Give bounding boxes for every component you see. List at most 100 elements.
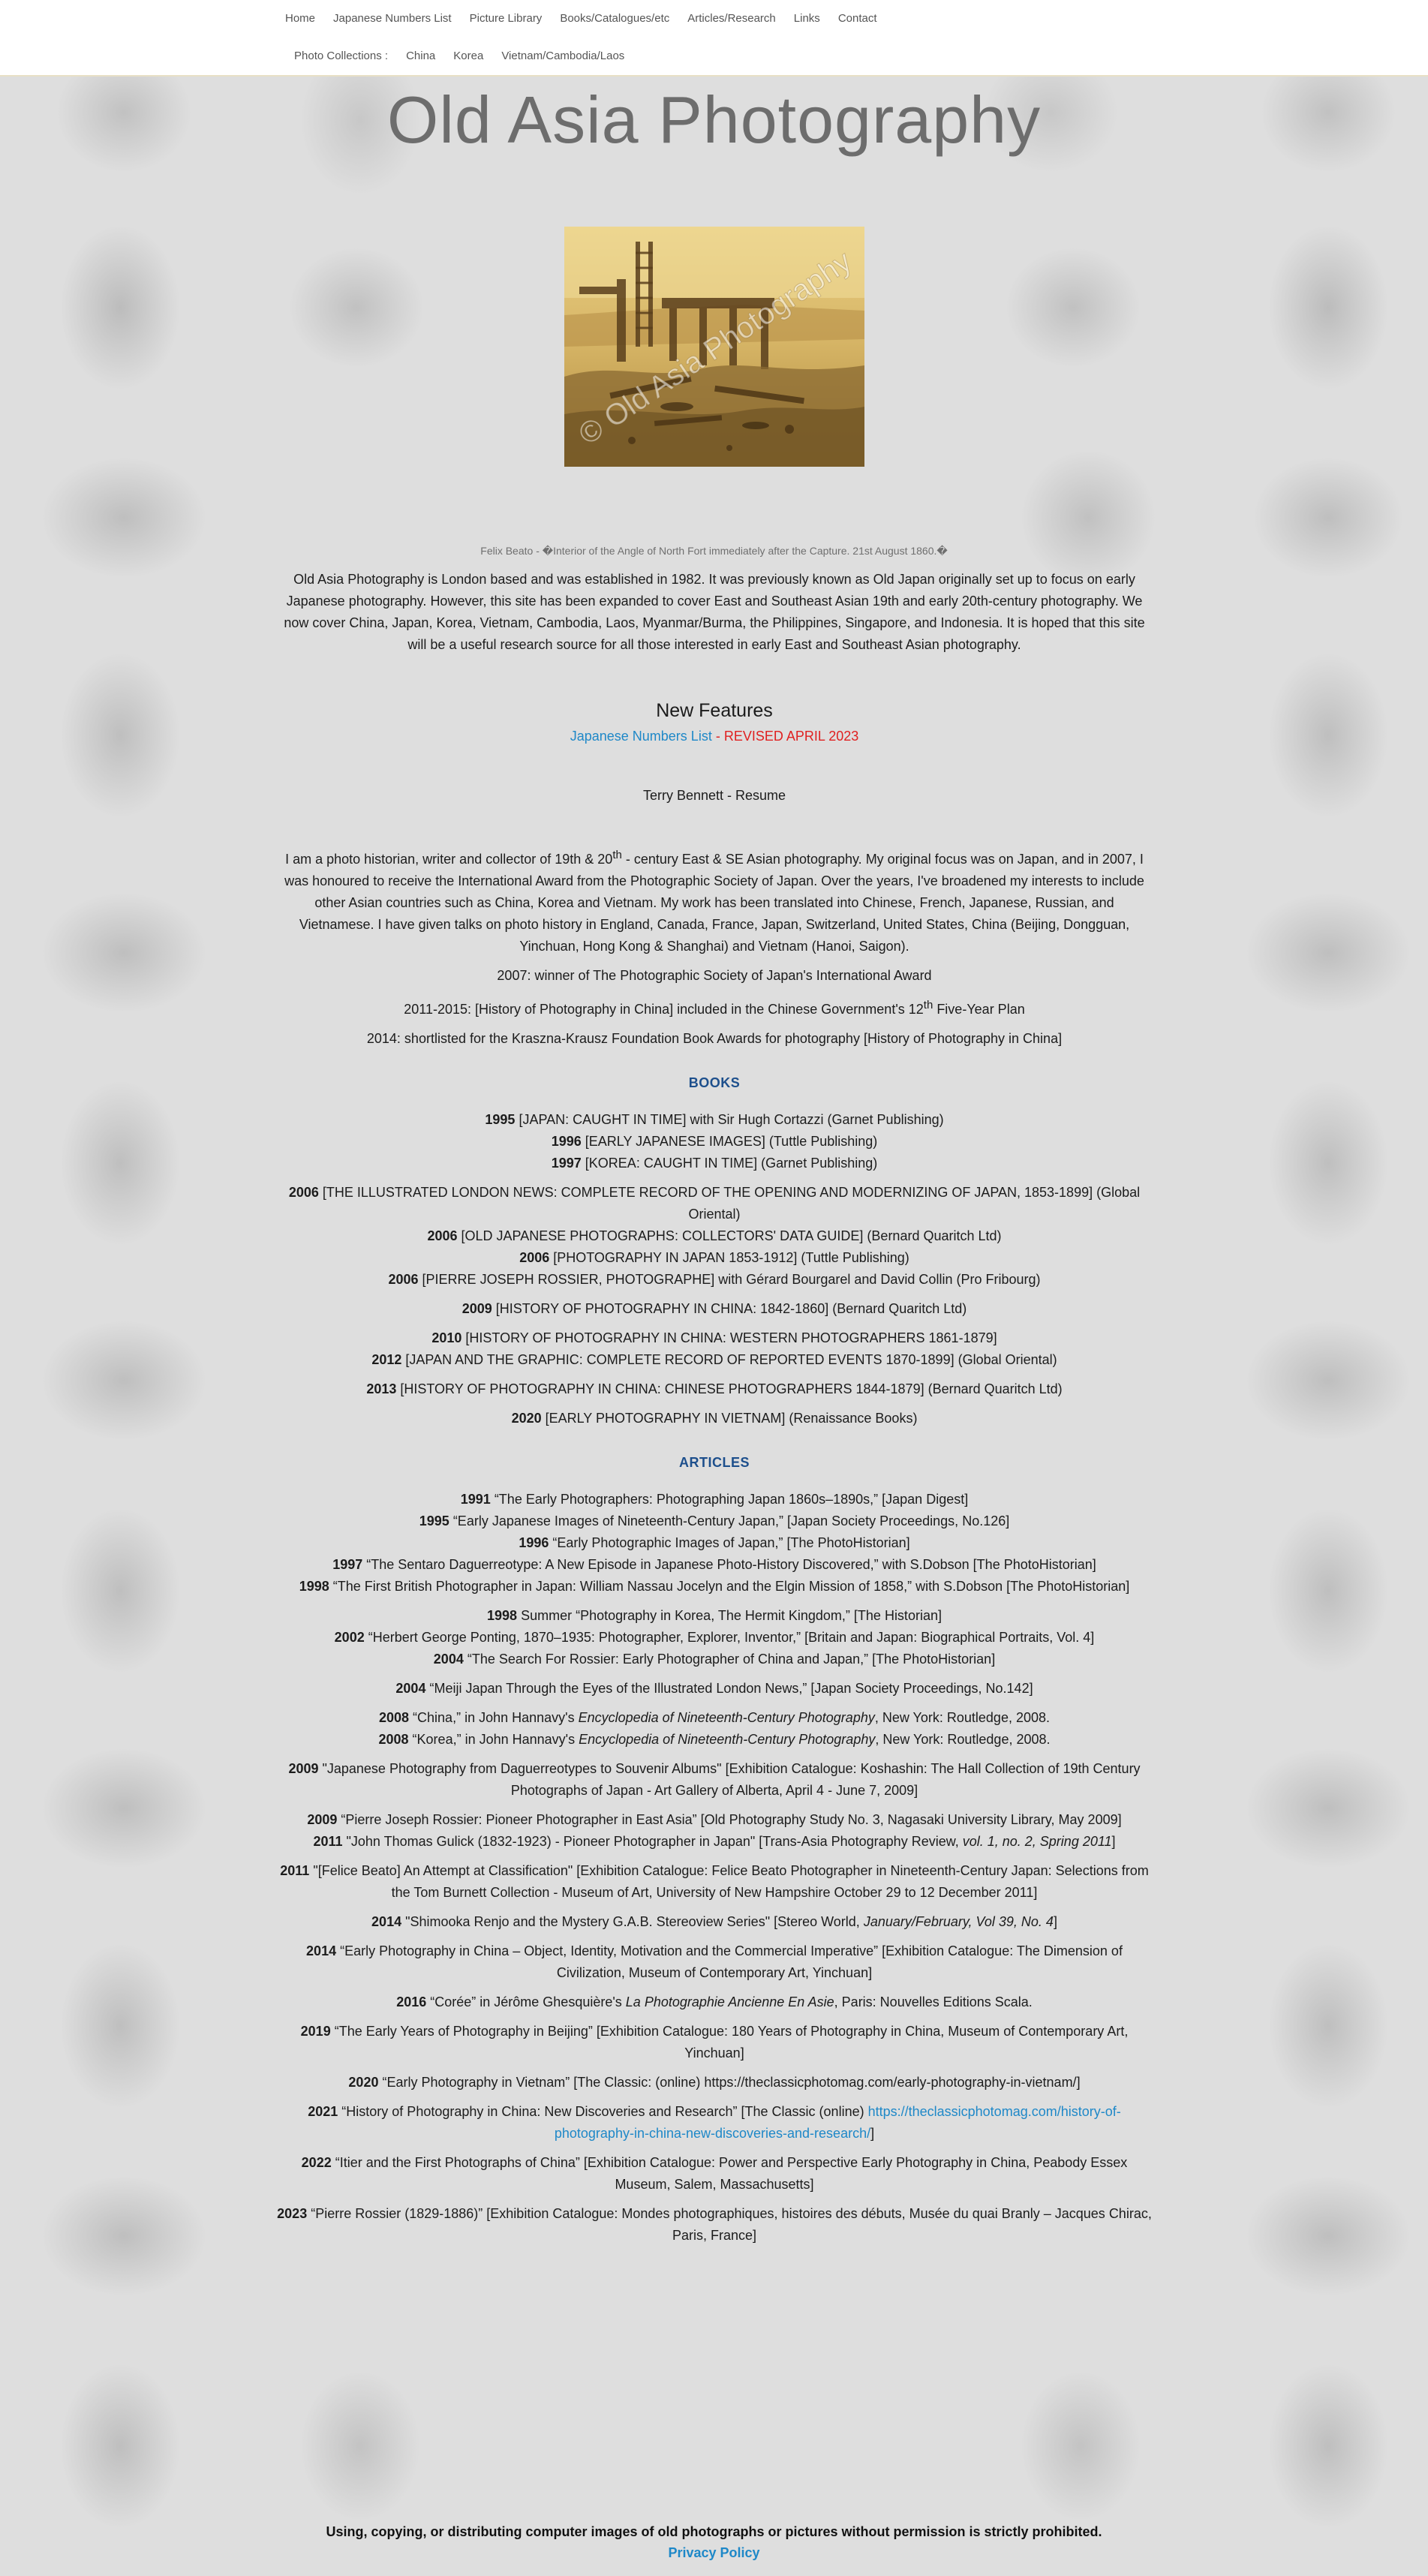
article-year: 2008 xyxy=(379,1710,410,1725)
article-year: 2009 xyxy=(307,1812,338,1827)
article-year: 1998 xyxy=(299,1579,329,1594)
hero-photo: © Old Asia Photography xyxy=(564,227,864,467)
nav-home[interactable]: Home xyxy=(276,10,324,28)
new-features-heading: New Features xyxy=(656,700,773,721)
book-text: [JAPAN AND THE GRAPHIC: COMPLETE RECORD … xyxy=(401,1352,1057,1367)
article-italic: Encyclopedia of Nineteenth-Century Photo… xyxy=(578,1710,875,1725)
book-text: [JAPAN: CAUGHT IN TIME] with Sir Hugh Co… xyxy=(515,1112,944,1127)
article-text: “Pierre Joseph Rossier: Pioneer Photogra… xyxy=(337,1812,1122,1827)
nav-articles-research[interactable]: Articles/Research xyxy=(678,10,785,28)
article-year: 2004 xyxy=(433,1652,464,1667)
article-year: 2011 xyxy=(280,1863,310,1878)
article-year: 2011 xyxy=(313,1834,343,1849)
hero-caption: Felix Beato - �Interior of the Angle of … xyxy=(480,545,948,557)
nav-photo-collections[interactable]: Photo Collections : xyxy=(285,47,397,65)
nav-links[interactable]: Links xyxy=(785,10,829,28)
resume-heading: Terry Bennett - Resume xyxy=(642,788,786,803)
article-text: ] xyxy=(1053,1914,1057,1929)
article-text: , New York: Routledge, 2008. xyxy=(874,1710,1050,1725)
japanese-numbers-list-link[interactable]: Japanese Numbers List xyxy=(570,729,712,744)
article-text: Summer “Photography in Korea, The Hermit… xyxy=(517,1608,942,1623)
article-italic: vol. 1, no. 2, Spring 2011 xyxy=(962,1834,1112,1849)
book-entry: 2013 [HISTORY OF PHOTOGRAPHY IN CHINA: C… xyxy=(276,1378,1153,1400)
main-content: Old Asia Photography is London based and… xyxy=(276,569,1153,2247)
article-text: “The Sentaro Daguerreotype: A New Episod… xyxy=(362,1557,1096,1572)
article-entry: 1991 “The Early Photographers: Photograp… xyxy=(276,1489,1153,1510)
nav-vietnam-cambodia-laos[interactable]: Vietnam/Cambodia/Laos xyxy=(492,47,633,65)
book-year: 2006 xyxy=(427,1228,458,1243)
article-year: 1998 xyxy=(487,1608,518,1623)
bio-text-b: - century East & SE Asian photography. M… xyxy=(284,852,1144,954)
book-year: 2006 xyxy=(388,1272,419,1287)
article-entry: 2022 “Itier and the First Photographs of… xyxy=(276,2152,1153,2196)
article-text: “History of Photography in China: New Di… xyxy=(338,2104,868,2119)
book-text: [EARLY PHOTOGRAPHY IN VIETNAM] (Renaissa… xyxy=(541,1411,918,1426)
nav-picture-library[interactable]: Picture Library xyxy=(461,10,552,28)
book-entry: 2006 [PHOTOGRAPHY IN JAPAN 1853-1912] (T… xyxy=(276,1247,1153,1269)
book-year: 2012 xyxy=(371,1352,402,1367)
articles-heading: ARTICLES xyxy=(679,1455,750,1470)
article-text: “China,” in John Hannavy's xyxy=(409,1710,579,1725)
article-entry: 2020 “Early Photography in Vietnam” [The… xyxy=(276,2072,1153,2094)
article-entry: 2004 “The Search For Rossier: Early Phot… xyxy=(276,1649,1153,1670)
article-text: "Japanese Photography from Daguerreotype… xyxy=(318,1761,1141,1798)
article-year: 2023 xyxy=(277,2206,308,2221)
bio-paragraph: I am a photo historian, writer and colle… xyxy=(276,844,1153,957)
bio-text-a: I am a photo historian, writer and colle… xyxy=(285,852,613,867)
article-text: “Early Japanese Images of Nineteenth-Cen… xyxy=(449,1513,1010,1528)
nav-books-catalogues[interactable]: Books/Catalogues/etc xyxy=(551,10,678,28)
article-entry: 2008 “China,” in John Hannavy's Encyclop… xyxy=(276,1707,1153,1729)
award-text: Five-Year Plan xyxy=(933,1002,1025,1017)
revised-note: REVISED APRIL 2023 xyxy=(723,729,859,744)
award-line: 2011-2015: [History of Photography in Ch… xyxy=(276,994,1153,1020)
article-entry: 2019 “The Early Years of Photography in … xyxy=(276,2021,1153,2064)
article-text: “Herbert George Ponting, 1870–1935: Phot… xyxy=(364,1630,1095,1645)
nav-contact[interactable]: Contact xyxy=(829,10,886,28)
books-heading: BOOKS xyxy=(688,1075,741,1090)
articles-list: 1991 “The Early Photographers: Photograp… xyxy=(276,1489,1153,2247)
book-year: 1995 xyxy=(485,1112,516,1127)
book-text: [HISTORY OF PHOTOGRAPHY IN CHINA: WESTER… xyxy=(461,1330,997,1345)
books-list: 1995 [JAPAN: CAUGHT IN TIME] with Sir Hu… xyxy=(276,1109,1153,1429)
book-year: 2006 xyxy=(288,1185,319,1200)
article-year: 1997 xyxy=(332,1557,363,1572)
book-year: 2010 xyxy=(431,1330,462,1345)
book-year: 1996 xyxy=(551,1134,582,1149)
book-year: 2013 xyxy=(366,1381,397,1396)
article-text: “Itier and the First Photographs of Chin… xyxy=(331,2155,1128,2192)
article-entry: 2011 "[Felice Beato] An Attempt at Class… xyxy=(276,1860,1153,1904)
book-text: [PIERRE JOSEPH ROSSIER, PHOTOGRAPHE] wit… xyxy=(418,1272,1041,1287)
nav-china[interactable]: China xyxy=(397,47,444,65)
book-entry: 2012 [JAPAN AND THE GRAPHIC: COMPLETE RE… xyxy=(276,1349,1153,1371)
article-text: “Early Photographic Images of Japan,” [T… xyxy=(549,1535,910,1550)
nav-japanese-numbers-list[interactable]: Japanese Numbers List xyxy=(324,10,461,28)
article-text: “The First British Photographer in Japan… xyxy=(329,1579,1130,1594)
article-text: “Early Photography in China – Object, Id… xyxy=(336,1943,1123,1980)
bio-sup: th xyxy=(612,849,622,861)
article-entry: 1997 “The Sentaro Daguerreotype: A New E… xyxy=(276,1554,1153,1576)
article-text: ] xyxy=(870,2126,875,2141)
article-italic: La Photographie Ancienne En Asie xyxy=(625,1994,834,2009)
book-entry: 2010 [HISTORY OF PHOTOGRAPHY IN CHINA: W… xyxy=(276,1327,1153,1349)
award-text: 2011-2015: [History of Photography in Ch… xyxy=(404,1002,924,1017)
article-text: “Pierre Rossier (1829-1886)” [Exhibition… xyxy=(307,2206,1152,2243)
article-entry: 1998 “The First British Photographer in … xyxy=(276,1576,1153,1598)
privacy-policy-row: Privacy Policy xyxy=(0,2545,1428,2561)
article-text: “Korea,” in John Hannavy's xyxy=(408,1732,579,1747)
privacy-policy-link[interactable]: Privacy Policy xyxy=(668,2545,759,2560)
article-entry: 2014 "Shimooka Renjo and the Mystery G.A… xyxy=(276,1911,1153,1933)
article-year: 2022 xyxy=(301,2155,332,2170)
book-year: 2006 xyxy=(519,1250,550,1265)
article-entry: 2008 “Korea,” in John Hannavy's Encyclop… xyxy=(276,1729,1153,1751)
article-year: 1996 xyxy=(519,1535,549,1550)
article-year: 1995 xyxy=(419,1513,449,1528)
article-text: “The Search For Rossier: Early Photograp… xyxy=(463,1652,996,1667)
article-text: “Early Photography in Vietnam” [The Clas… xyxy=(378,2075,1081,2090)
article-year: 2004 xyxy=(395,1681,426,1696)
copyright-notice: Using, copying, or distributing computer… xyxy=(326,2524,1102,2539)
book-text: [HISTORY OF PHOTOGRAPHY IN CHINA: 1842-1… xyxy=(492,1301,967,1316)
book-entry: 1996 [EARLY JAPANESE IMAGES] (Tuttle Pub… xyxy=(276,1131,1153,1153)
article-year: 2009 xyxy=(288,1761,319,1776)
book-entry: 2006 [PIERRE JOSEPH ROSSIER, PHOTOGRAPHE… xyxy=(276,1269,1153,1291)
nav-korea[interactable]: Korea xyxy=(444,47,492,65)
